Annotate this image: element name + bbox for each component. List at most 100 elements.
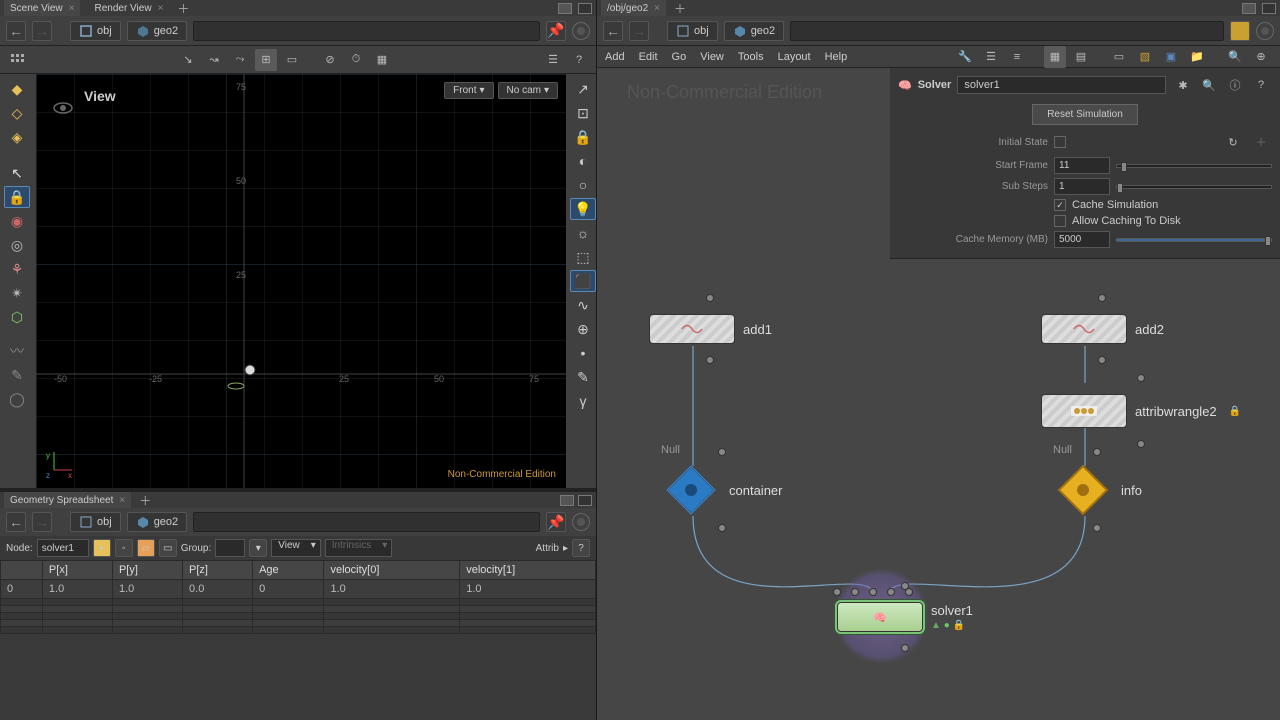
menu-tools[interactable]: Tools (738, 51, 764, 63)
flipbook-icon[interactable]: ✴ (4, 282, 30, 304)
tab-scene-view[interactable]: Scene View× (4, 0, 80, 16)
class-prims-icon[interactable]: ▱ (137, 539, 155, 557)
initial-state-checkbox[interactable] (1054, 136, 1066, 148)
pointer-icon[interactable]: ↖ (4, 162, 30, 184)
search-icon[interactable]: 🔍 (1224, 46, 1246, 68)
group-field[interactable] (215, 539, 245, 557)
inspect-icon[interactable]: ⚘ (4, 258, 30, 280)
input-port[interactable] (1098, 294, 1106, 302)
menu-button[interactable] (578, 495, 592, 506)
dot-icon[interactable]: • (570, 342, 596, 364)
forward-button[interactable]: → (629, 21, 649, 41)
opts-icon[interactable]: ⊕ (1250, 46, 1272, 68)
table-row[interactable] (1, 606, 596, 613)
select-geo-icon[interactable]: ◇ (4, 102, 30, 124)
list-icon[interactable]: ≡ (1006, 46, 1028, 68)
table-row[interactable] (1, 613, 596, 620)
select-dyn-icon[interactable]: ◈ (4, 126, 30, 148)
nodename-field[interactable] (957, 76, 1166, 94)
forward-button[interactable]: → (32, 21, 52, 41)
note-icon[interactable]: ▭ (1108, 46, 1130, 68)
node-info[interactable]: Null info (1053, 460, 1142, 520)
path-field[interactable] (790, 21, 1224, 41)
display-flag-icon[interactable]: ▲ (931, 620, 941, 631)
col-header[interactable]: velocity[0] (324, 561, 460, 580)
menu-go[interactable]: Go (672, 51, 687, 63)
cachesim-checkbox[interactable]: ✓ (1054, 199, 1066, 211)
maximize-button[interactable] (558, 3, 572, 14)
render-region-icon[interactable]: ◉ (4, 210, 30, 232)
tree-icon[interactable]: ☰ (980, 46, 1002, 68)
grid-menu-icon[interactable] (6, 49, 28, 71)
node-solver1[interactable]: 🧠 solver1 ▲ ● 🔒 (837, 602, 973, 632)
cachemem-slider[interactable] (1116, 238, 1272, 242)
close-icon[interactable]: × (69, 3, 75, 14)
sticky-icon[interactable]: ▧ (1134, 46, 1156, 68)
col-header[interactable]: P[y] (112, 561, 182, 580)
node-attribwrangle2[interactable]: attribwrangle2 🔒 (1041, 394, 1241, 428)
camera-menu[interactable]: Front▾ (444, 82, 493, 99)
menu-button[interactable] (578, 3, 592, 14)
maximize-button[interactable] (1242, 3, 1256, 14)
output-port[interactable] (901, 644, 909, 652)
menu-view[interactable]: View (700, 51, 724, 63)
uv-icon[interactable]: ⊕ (570, 318, 596, 340)
menu-add[interactable]: Add (605, 51, 625, 63)
substeps-slider[interactable] (1116, 185, 1272, 189)
add-tab-button[interactable]: ＋ (177, 0, 189, 17)
stopwatch-icon[interactable]: ⏱ (345, 49, 367, 71)
input-port[interactable] (718, 448, 726, 456)
netbox-icon[interactable]: ▣ (1160, 46, 1182, 68)
col-header[interactable]: Age (253, 561, 324, 580)
lock-icon[interactable]: 🔒 (570, 126, 596, 148)
menu-edit[interactable]: Edit (639, 51, 658, 63)
info-icon[interactable]: ⓘ (1224, 74, 1246, 96)
output-port[interactable] (706, 356, 714, 364)
intrinsics-select[interactable]: Intrinsics ▾ (325, 539, 392, 557)
bg-icon[interactable]: ⬚ (570, 246, 596, 268)
table-row[interactable] (1, 627, 596, 634)
tab-geo-spreadsheet[interactable]: Geometry Spreadsheet× (4, 492, 131, 508)
brush2-icon[interactable]: ✎ (570, 366, 596, 388)
cachemem-field[interactable] (1054, 231, 1110, 248)
disp-normals-icon[interactable]: ↗ (570, 78, 596, 100)
snapshot-icon[interactable]: ◎ (4, 234, 30, 256)
input-port[interactable] (1093, 448, 1101, 456)
terrain-icon[interactable]: ◯ (4, 388, 30, 410)
panel2-icon[interactable]: ▤ (1070, 46, 1092, 68)
table-row[interactable] (1, 599, 596, 606)
select-obj-icon[interactable]: ◆ (4, 78, 30, 100)
render-flag-icon[interactable]: ● (944, 620, 950, 631)
path-node[interactable]: geo2 (127, 512, 187, 532)
marker-icon[interactable]: ▦ (371, 49, 393, 71)
path-field[interactable] (193, 512, 540, 532)
col-header[interactable]: P[z] (183, 561, 253, 580)
back-button[interactable]: ← (6, 21, 26, 41)
shade-icon[interactable]: ⬛ (570, 270, 596, 292)
tab-objgeo2[interactable]: /obj/geo2× (601, 0, 666, 16)
search-icon[interactable]: 🔍 (1198, 74, 1220, 96)
menu-layout[interactable]: Layout (778, 51, 811, 63)
back-button[interactable]: ← (6, 512, 26, 532)
back-button[interactable]: ← (603, 21, 623, 41)
path-node[interactable]: geo2 (724, 21, 784, 41)
reload-icon[interactable]: ↻ (1222, 131, 1244, 153)
cplane-icon[interactable]: ▭ (281, 49, 303, 71)
col-header[interactable]: velocity[1] (460, 561, 596, 580)
lock-icon[interactable]: 🔒 (4, 186, 30, 208)
display-opts-icon[interactable]: ☰ (542, 49, 564, 71)
snap-point-icon[interactable]: ↘ (177, 49, 199, 71)
link-button[interactable] (572, 513, 590, 531)
output-port[interactable] (1093, 524, 1101, 532)
help-icon[interactable]: ? (572, 539, 590, 557)
view-select[interactable]: View ▾ (271, 539, 321, 557)
eye-icon[interactable] (52, 97, 74, 119)
node-container[interactable]: Null container (661, 460, 782, 520)
link-button[interactable] (572, 22, 590, 40)
chevron-right-icon[interactable]: ▸ (563, 543, 568, 554)
table-row[interactable]: 01.01.00.001.01.0 (1, 580, 596, 599)
node-add1[interactable]: add1 (649, 314, 772, 344)
allowdisk-checkbox[interactable] (1054, 215, 1066, 227)
forward-button[interactable]: → (32, 512, 52, 532)
col-header[interactable]: P[x] (42, 561, 112, 580)
